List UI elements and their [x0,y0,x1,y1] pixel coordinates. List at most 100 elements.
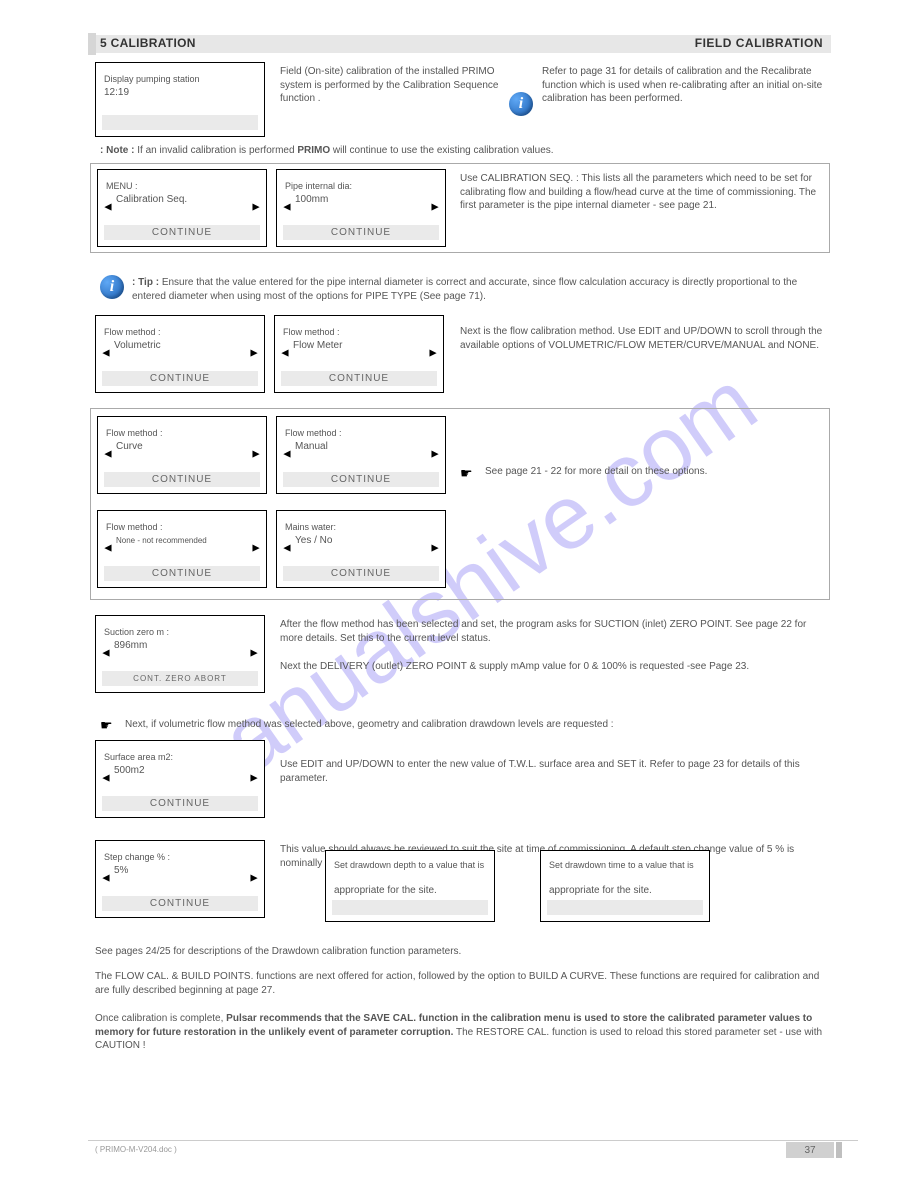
display-box-r3-d: Mains water: ◄ Yes / No ► CONTINUE [276,510,446,588]
arrow-right-icon: ► [250,447,262,461]
display-box-intro: Display pumping station 12:19 [95,62,265,137]
r3d-mid: Yes / No [295,535,332,547]
r6l-bar: CONTINUE [102,896,258,911]
r3b-top: Flow method : [285,427,437,439]
display-box-r2-right: Flow method : ◄ Flow Meter ► CONTINUE [274,315,444,393]
arrow-left-icon: ◄ [281,200,293,214]
r6r-top: Set drawdown time to a value that is [549,859,701,871]
arrow-left-icon: ◄ [279,346,291,360]
r6m-top: Set drawdown depth to a value that is [334,859,486,871]
r1-desc: Use CALIBRATION SEQ. : This lists all th… [460,172,820,213]
r2r-bar: CONTINUE [281,371,437,386]
display-box-r3-b: Flow method : ◄ Manual ► CONTINUE [276,416,446,494]
arrow-right-icon: ► [248,871,260,885]
display-box-r3-a: Flow method : ◄ Curve ► CONTINUE [97,416,267,494]
note-label: : Note : [100,145,134,156]
r2l-bar: CONTINUE [102,371,258,386]
arrow-left-icon: ◄ [281,541,293,555]
pointing-hand-icon: ☛ [460,465,473,482]
r3c-mid: None - not recommended [116,535,207,547]
intro-p1: Field (On-site) calibration of the insta… [280,65,500,106]
intro-p2: Refer to page 31 for details of calibrat… [542,65,827,106]
r1l-top: MENU : [106,180,258,192]
r1r-mid: 100mm [295,194,328,206]
r1l-bar: CONTINUE [104,225,260,240]
r4-bar: CONT. ZERO ABORT [102,671,258,686]
arrow-left-icon: ◄ [102,541,114,555]
pointing-hand-icon: ☛ [100,717,113,734]
section-title: 5 CALIBRATION [100,36,196,50]
note-text-1: If an invalid calibration is performed [137,145,297,156]
display-box-r1-right: Pipe internal dia: ◄ 100mm ► CONTINUE [276,169,446,247]
display-box-r3-c: Flow method : ◄ None - not recommended ►… [97,510,267,588]
r1l-mid: Calibration Seq. [116,194,187,206]
r3a-top: Flow method : [106,427,258,439]
r5-bar: CONTINUE [102,796,258,811]
r3b-mid: Manual [295,441,328,453]
info-icon: i [100,275,124,299]
display-box-r5: Surface area m2: ◄ 500m2 ► CONTINUE [95,740,265,818]
r3d-top: Mains water: [285,521,437,533]
r3-note: See page 21 - 22 for more detail on thes… [485,465,820,479]
page-number: 37 [786,1142,834,1158]
r3a-bar: CONTINUE [104,472,260,487]
arrow-right-icon: ► [429,447,441,461]
arrow-left-icon: ◄ [100,771,112,785]
bottom-p2: The FLOW CAL. & BUILD POINTS. functions … [95,970,827,997]
tip-text: Ensure that the value entered for the pi… [132,277,797,302]
r2l-mid: Volumetric [114,340,161,352]
arrow-right-icon: ► [248,771,260,785]
r5-top: Surface area m2: [104,751,256,763]
display-box-r6-mid: Set drawdown depth to a value that is ap… [325,850,495,922]
r6r-bar [547,900,703,915]
display-time: 12:19 [104,87,129,99]
r5-desc: Use EDIT and UP/DOWN to enter the new va… [280,758,828,785]
info-icon: i [509,92,533,116]
r2l-top: Flow method : [104,326,256,338]
r4-top: Suction zero m : [104,626,256,638]
display-box-r6-right: Set drawdown time to a value that is app… [540,850,710,922]
r1r-bar: CONTINUE [283,225,439,240]
tip-label: : Tip : [132,277,159,288]
bottom-p3-a: Once calibration is complete, [95,1013,226,1024]
arrow-left-icon: ◄ [102,200,114,214]
arrow-right-icon: ► [429,200,441,214]
r3c-top: Flow method : [106,521,258,533]
footer-doc: ( PRIMO-M-V204.doc ) [95,1145,177,1154]
section-subtitle: FIELD CALIBRATION [695,36,823,50]
arrow-left-icon: ◄ [102,447,114,461]
intro-note: : Note : If an invalid calibration is pe… [100,145,554,156]
r3c-bar: CONTINUE [104,566,260,581]
r6l-mid: 5% [114,865,128,877]
r6r-mid: appropriate for the site. [549,885,652,897]
hand-note: Next, if volumetric flow method was sele… [125,718,825,732]
note-text-2: PRIMO [297,145,333,156]
arrow-right-icon: ► [250,541,262,555]
display-box-r2-left: Flow method : ◄ Volumetric ► CONTINUE [95,315,265,393]
section-bar-accent [88,33,96,55]
display-box-r4: Suction zero m : ◄ 896mm ► CONT. ZERO AB… [95,615,265,693]
arrow-left-icon: ◄ [281,447,293,461]
r2-desc: Next is the flow calibration method. Use… [460,325,828,352]
r5-mid: 500m2 [114,765,145,777]
r3a-mid: Curve [116,441,143,453]
r2r-mid: Flow Meter [293,340,342,352]
arrow-right-icon: ► [248,646,260,660]
r1r-top: Pipe internal dia: [285,180,437,192]
arrow-left-icon: ◄ [100,646,112,660]
r6m-bar [332,900,488,915]
display-text: Display pumping station [104,73,256,85]
r4-desc2: Next the DELIVERY (outlet) ZERO POINT & … [280,660,828,674]
footer-rule [88,1140,858,1152]
bottom-p3: Once calibration is complete, Pulsar rec… [95,1012,827,1053]
bottom-p1: See pages 24/25 for descriptions of the … [95,945,827,959]
display-bar [102,115,258,130]
r3d-bar: CONTINUE [283,566,439,581]
arrow-right-icon: ► [248,346,260,360]
display-box-r1-left: MENU : ◄ Calibration Seq. ► CONTINUE [97,169,267,247]
r4-mid: 896mm [114,640,147,652]
arrow-right-icon: ► [250,200,262,214]
r6l-top: Step change % : [104,851,256,863]
arrow-right-icon: ► [427,346,439,360]
display-box-r6-left: Step change % : ◄ 5% ► CONTINUE [95,840,265,918]
